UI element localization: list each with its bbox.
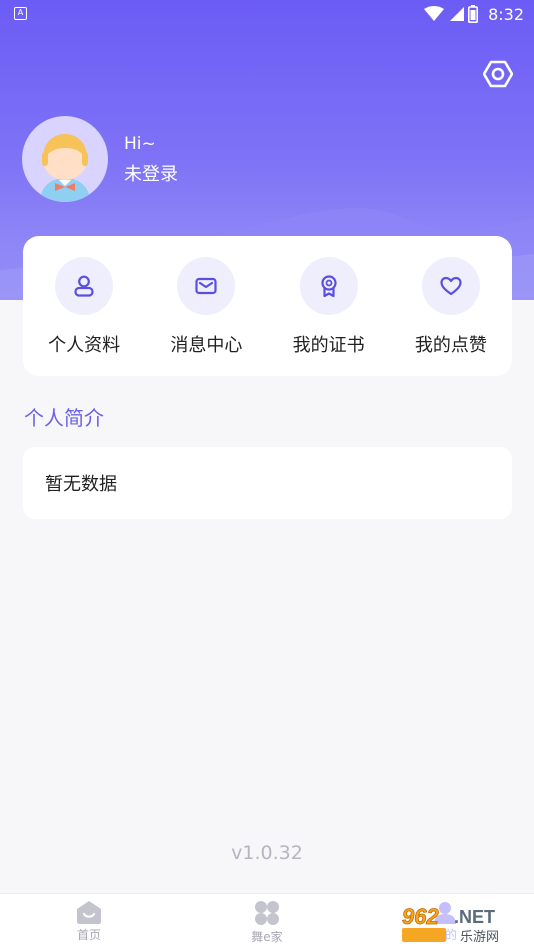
quick-menu-card: 个人资料 消息中心 我的证书 我的点赞 (23, 236, 512, 376)
home-icon (77, 901, 101, 924)
svg-text:.NET: .NET (454, 907, 495, 927)
greeting-text: Hi~ (124, 134, 156, 154)
status-bar: A 8:32 (0, 0, 534, 28)
menu-item-likes[interactable]: 我的点赞 (396, 257, 506, 357)
default-avatar-illustration (40, 134, 90, 202)
avatar[interactable] (22, 116, 108, 202)
menu-item-messages[interactable]: 消息中心 (151, 257, 261, 357)
svg-text:乐游网: 乐游网 (460, 930, 499, 945)
user-icon (55, 257, 114, 315)
menu-item-certificates[interactable]: 我的证书 (274, 257, 384, 357)
clock: 8:32 (488, 4, 524, 24)
app-notification-icon: A (14, 7, 27, 20)
menu-item-label: 消息中心 (170, 335, 243, 356)
tab-home[interactable]: 首页 (29, 894, 149, 950)
app-version: v1.0.32 (231, 842, 303, 864)
certificate-icon (299, 257, 358, 315)
tab-label: 首页 (76, 928, 101, 942)
tab-dance-home[interactable]: 舞e家 (207, 894, 327, 950)
svg-text:962: 962 (402, 904, 439, 929)
watermark-logo-graphic: 962 .NET 乐游网 (396, 900, 528, 946)
intro-empty-text: 暂无数据 (45, 474, 117, 495)
intro-card: 暂无数据 (23, 447, 512, 519)
settings-button[interactable] (480, 56, 516, 92)
intro-section-title: 个人简介 (24, 406, 104, 430)
signal-icon (450, 7, 465, 21)
mail-icon (177, 257, 236, 315)
gear-icon (483, 60, 513, 88)
tab-label: 舞e家 (251, 930, 283, 944)
login-status-link[interactable]: 未登录 (124, 160, 178, 186)
menu-item-label: 我的证书 (292, 335, 365, 356)
battery-icon (468, 5, 479, 23)
menu-item-label: 我的点赞 (414, 335, 487, 356)
menu-item-profile[interactable]: 个人资料 (29, 257, 139, 357)
site-watermark-logo: 962 .NET 乐游网 (396, 900, 528, 946)
grid-icon (255, 901, 279, 925)
menu-item-label: 个人资料 (48, 335, 121, 356)
heart-icon (421, 257, 480, 315)
status-icons: 8:32 (424, 3, 524, 25)
wifi-icon (424, 6, 445, 21)
